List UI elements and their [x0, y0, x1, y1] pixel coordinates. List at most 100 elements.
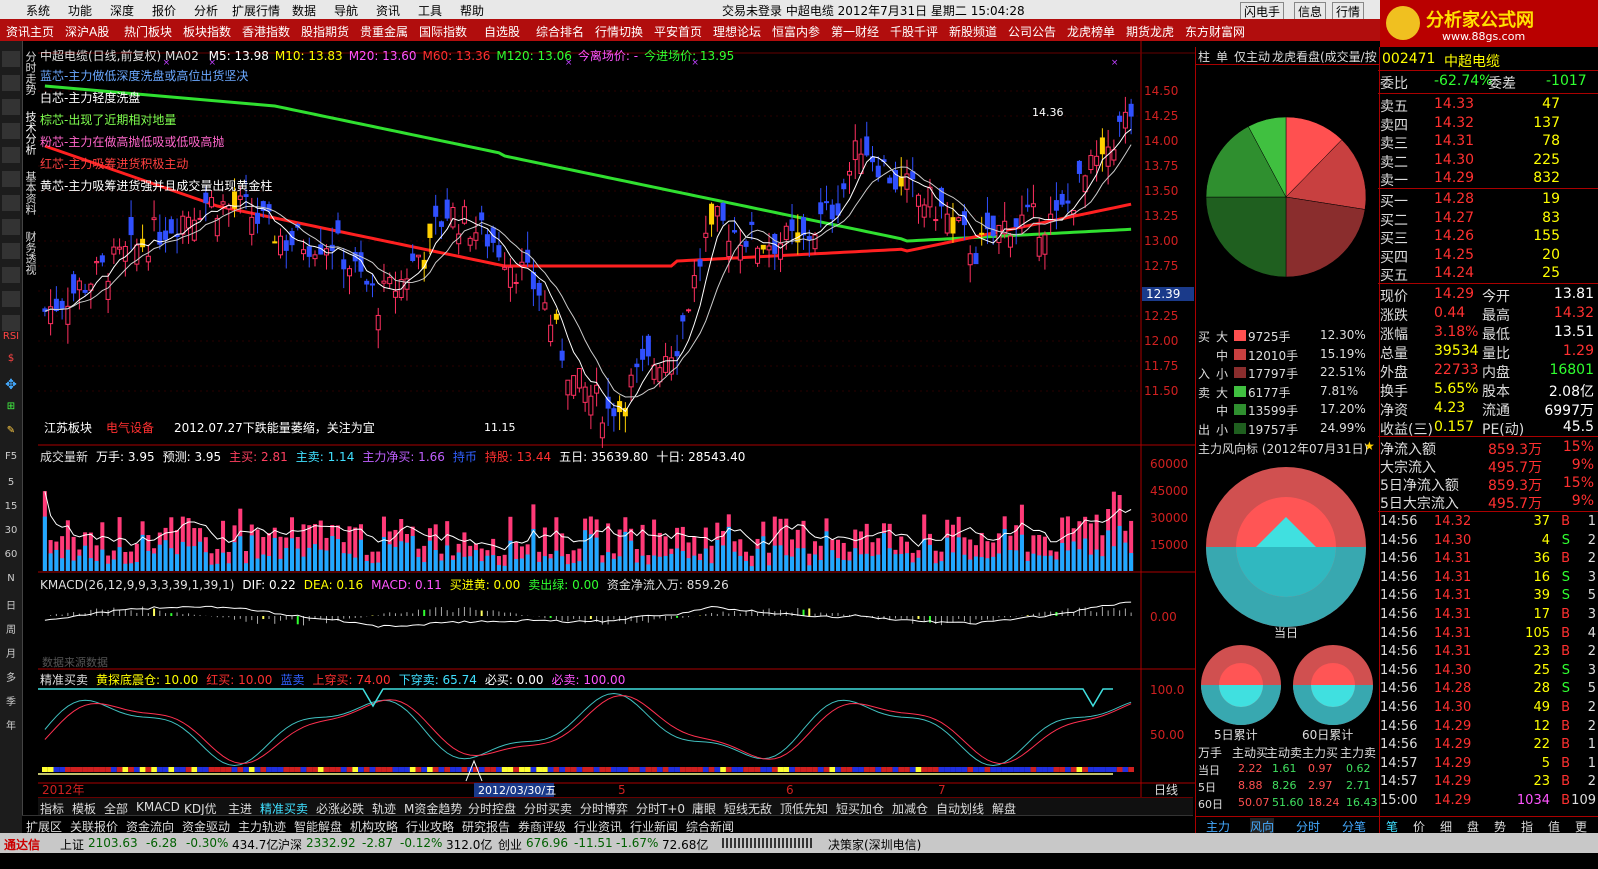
menu-system[interactable]: 系统 [26, 2, 50, 19]
period-30[interactable]: 30 [2, 525, 20, 536]
period-60[interactable]: 60 [2, 549, 20, 560]
nav-item[interactable]: 公司公告 [1008, 23, 1056, 40]
sh-label[interactable]: 上证 [60, 836, 84, 853]
nav-item[interactable]: 自选股 [484, 23, 520, 40]
tab-financial[interactable]: 财务透视 [22, 231, 38, 275]
flow-size-cell: 大 [1216, 385, 1229, 400]
nav-item[interactable]: 资讯主页 [6, 23, 54, 40]
rsi-icon[interactable]: RSI [2, 331, 20, 342]
period-15[interactable]: 15 [2, 501, 20, 512]
period-multi[interactable]: 多 [2, 669, 20, 684]
volume-bar-inner [864, 553, 869, 571]
tool-icon[interactable] [2, 51, 20, 67]
nav-item[interactable]: 理想论坛 [713, 23, 761, 40]
strip-cell [668, 767, 675, 772]
period-day[interactable]: 日 [2, 597, 20, 612]
tool-icon[interactable] [2, 267, 20, 283]
nav-item[interactable]: 板块指数 [183, 23, 231, 40]
menu-analysis[interactable]: 分析 [194, 2, 218, 19]
strip-cell [743, 767, 749, 772]
capital-header-cell: 主动买 [1232, 746, 1269, 760]
nav-item[interactable]: 东方财富网 [1185, 23, 1245, 40]
book-row[interactable]: 卖一 14.29 832 [1378, 170, 1598, 189]
tool-icon[interactable] [2, 147, 20, 163]
period-month[interactable]: 月 [2, 645, 20, 660]
nav-item[interactable]: 行情切换 [595, 23, 643, 40]
tab-fundamental[interactable]: 基本资料 [22, 171, 38, 215]
nav-item[interactable]: 平安首页 [654, 23, 702, 40]
tool-icon[interactable] [2, 75, 20, 91]
nav-item[interactable]: 贵重金属 [360, 23, 408, 40]
tab-single[interactable]: 单 [1216, 48, 1228, 65]
dollar-icon[interactable]: $ [2, 353, 20, 364]
book-row[interactable]: 买一 14.28 19 [1378, 191, 1598, 210]
period-5[interactable]: 5 [2, 477, 20, 488]
move-icon[interactable]: ✥ [2, 377, 20, 393]
menu-extended[interactable]: 扩展行情 [232, 2, 280, 19]
tool-icon[interactable] [2, 195, 20, 211]
sz-label[interactable]: 沪深 [278, 836, 302, 853]
server-label[interactable]: 决策家(深圳电信) [828, 836, 921, 853]
period-n[interactable]: N [2, 573, 20, 584]
plus-icon[interactable]: ⊞ [2, 401, 20, 412]
strip-cell [973, 767, 979, 772]
tab-active-only[interactable]: 仅主动 [1234, 48, 1270, 65]
book-row[interactable]: 卖五 14.33 47 [1378, 96, 1598, 115]
nav-item[interactable]: 新股频道 [949, 23, 997, 40]
nav-item[interactable]: 期货龙虎 [1126, 23, 1174, 40]
book-row[interactable]: 买四 14.25 20 [1378, 247, 1598, 266]
nav-item[interactable]: 深沪A股 [65, 23, 109, 40]
book-row[interactable]: 买五 14.24 25 [1378, 265, 1598, 284]
menu-help[interactable]: 帮助 [460, 2, 484, 19]
tool-icon[interactable] [2, 315, 20, 331]
book-row[interactable]: 卖二 14.30 225 [1378, 152, 1598, 171]
period-week[interactable]: 周 [2, 621, 20, 636]
star-icon[interactable]: ★ [1364, 439, 1375, 453]
book-row[interactable]: 卖三 14.31 78 [1378, 133, 1598, 152]
nav-item[interactable]: 第一财经 [831, 23, 879, 40]
book-row[interactable]: 买二 14.27 83 [1378, 210, 1598, 229]
period-year[interactable]: 年 [2, 717, 20, 732]
tab-dragon-tiger[interactable]: 龙虎看盘(成交量/按 [1272, 48, 1377, 65]
indicator-tab[interactable]: KMACD [136, 800, 180, 814]
menu-depth[interactable]: 深度 [110, 2, 134, 19]
nav-item[interactable]: 恒富内参 [772, 23, 820, 40]
timeline-period[interactable]: 日线 [1154, 783, 1178, 797]
nav-item[interactable]: 龙虎榜单 [1067, 23, 1115, 40]
tab-technical[interactable]: 技术分析 [22, 111, 38, 155]
strip-cell [651, 767, 657, 772]
candle-body [1025, 204, 1031, 208]
pencil-icon[interactable]: ✎ [2, 425, 20, 436]
tool-icon[interactable] [2, 243, 20, 259]
menu-info[interactable]: 资讯 [376, 2, 400, 19]
tick-list[interactable]: 14:56 14.32 37 B 1 14:56 14.30 4 S 2 14:56 14.31 36 B… [1378, 511, 1598, 808]
nav-item[interactable]: 香港指数 [242, 23, 290, 40]
nav-item[interactable]: 综合排名 [536, 23, 584, 40]
tool-icon[interactable] [2, 291, 20, 307]
nav-item[interactable]: 股指期货 [301, 23, 349, 40]
tool-icon[interactable] [2, 171, 20, 187]
strip-cell [450, 767, 456, 772]
period-season[interactable]: 季 [2, 693, 20, 708]
menu-quote[interactable]: 报价 [152, 2, 176, 19]
menu-data[interactable]: 数据 [292, 2, 316, 19]
tab-intraday[interactable]: 分时走势 [22, 51, 38, 95]
candle-body [680, 315, 686, 322]
volume-bar-inner [629, 540, 634, 571]
f5-icon[interactable]: F5 [2, 451, 20, 462]
menu-function[interactable]: 功能 [68, 2, 92, 19]
cy-label[interactable]: 创业 [498, 836, 522, 853]
menu-tools[interactable]: 工具 [418, 2, 442, 19]
nav-item[interactable]: 千股千评 [890, 23, 938, 40]
nav-item[interactable]: 热门板块 [124, 23, 172, 40]
volume-bar-inner [83, 545, 88, 571]
flow-size-cell: 中 [1216, 404, 1229, 418]
nav-item[interactable]: 国际指数 [419, 23, 467, 40]
book-row[interactable]: 买三 14.26 155 [1378, 228, 1598, 247]
tool-icon[interactable] [2, 219, 20, 235]
book-row[interactable]: 卖四 14.32 137 [1378, 115, 1598, 134]
tool-icon[interactable] [2, 99, 20, 115]
tab-column[interactable]: 柱 [1198, 48, 1210, 65]
tool-icon[interactable] [2, 123, 20, 139]
menu-navigate[interactable]: 导航 [334, 2, 358, 19]
